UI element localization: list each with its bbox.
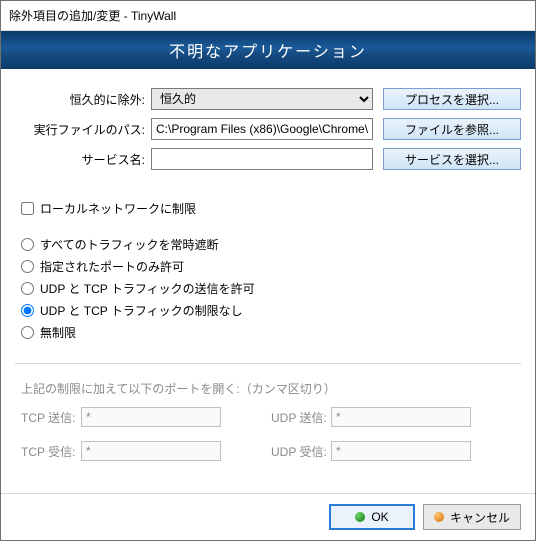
- radio-unlimited-label: 無制限: [40, 324, 76, 341]
- ok-label: OK: [371, 510, 388, 524]
- path-label: 実行ファイルのパス:: [15, 121, 151, 138]
- radio-unlimited[interactable]: [21, 326, 34, 339]
- ok-button[interactable]: OK: [329, 504, 415, 530]
- tcp-send-label: TCP 送信:: [21, 409, 81, 426]
- cancel-button[interactable]: キャンセル: [423, 504, 521, 530]
- cancel-label: キャンセル: [450, 509, 510, 526]
- udp-recv-label: UDP 受信:: [271, 443, 331, 460]
- select-service-button[interactable]: サービスを選択...: [383, 148, 521, 170]
- radio-no-limit-udptcp[interactable]: [21, 304, 34, 317]
- radio-area: すべてのトラフィックを常時遮断 指定されたポートのみ許可 UDP と TCP ト…: [1, 233, 535, 357]
- udp-send-input: [331, 407, 471, 427]
- service-input[interactable]: [151, 148, 373, 170]
- banner-title: 不明なアプリケーション: [169, 38, 367, 62]
- service-label: サービス名:: [15, 151, 151, 168]
- ports-caption: 上記の制限に加えて以下のポートを開く:（カンマ区切り）: [21, 380, 515, 397]
- dialog-window: 除外項目の追加/変更 - TinyWall 不明なアプリケーション 恒久的に除外…: [0, 0, 536, 541]
- radio-ports-only-label: 指定されたポートのみ許可: [40, 258, 184, 275]
- banner: 不明なアプリケーション: [1, 31, 535, 69]
- divider: [15, 363, 521, 364]
- select-process-button[interactable]: プロセスを選択...: [383, 88, 521, 110]
- form-area: 恒久的に除外: 恒久的 プロセスを選択... 実行ファイルのパス: ファイルを参…: [1, 69, 535, 187]
- exclude-select[interactable]: 恒久的: [151, 88, 373, 110]
- restrict-local-checkbox[interactable]: [21, 202, 34, 215]
- path-input[interactable]: [151, 118, 373, 140]
- radio-block-all[interactable]: [21, 238, 34, 251]
- radio-udp-tcp-out[interactable]: [21, 282, 34, 295]
- radio-no-limit-udptcp-label: UDP と TCP トラフィックの制限なし: [40, 302, 243, 319]
- radio-block-all-label: すべてのトラフィックを常時遮断: [40, 236, 218, 253]
- radio-ports-only[interactable]: [21, 260, 34, 273]
- udp-recv-input: [331, 441, 471, 461]
- tcp-recv-label: TCP 受信:: [21, 443, 81, 460]
- cancel-icon: [434, 512, 444, 522]
- tcp-recv-input: [81, 441, 221, 461]
- ports-section: 上記の制限に加えて以下のポートを開く:（カンマ区切り） TCP 送信: UDP …: [1, 370, 535, 471]
- exclude-label: 恒久的に除外:: [15, 91, 151, 108]
- radio-udp-tcp-out-label: UDP と TCP トラフィックの送信を許可: [40, 280, 255, 297]
- browse-file-button[interactable]: ファイルを参照...: [383, 118, 521, 140]
- tcp-send-input: [81, 407, 221, 427]
- window-title: 除外項目の追加/変更 - TinyWall: [9, 7, 176, 24]
- checkbox-area: ローカルネットワークに制限: [1, 187, 535, 233]
- udp-send-label: UDP 送信:: [271, 409, 331, 426]
- titlebar: 除外項目の追加/変更 - TinyWall: [1, 1, 535, 31]
- ok-icon: [355, 512, 365, 522]
- footer: OK キャンセル: [1, 493, 535, 540]
- restrict-local-label: ローカルネットワークに制限: [40, 200, 196, 217]
